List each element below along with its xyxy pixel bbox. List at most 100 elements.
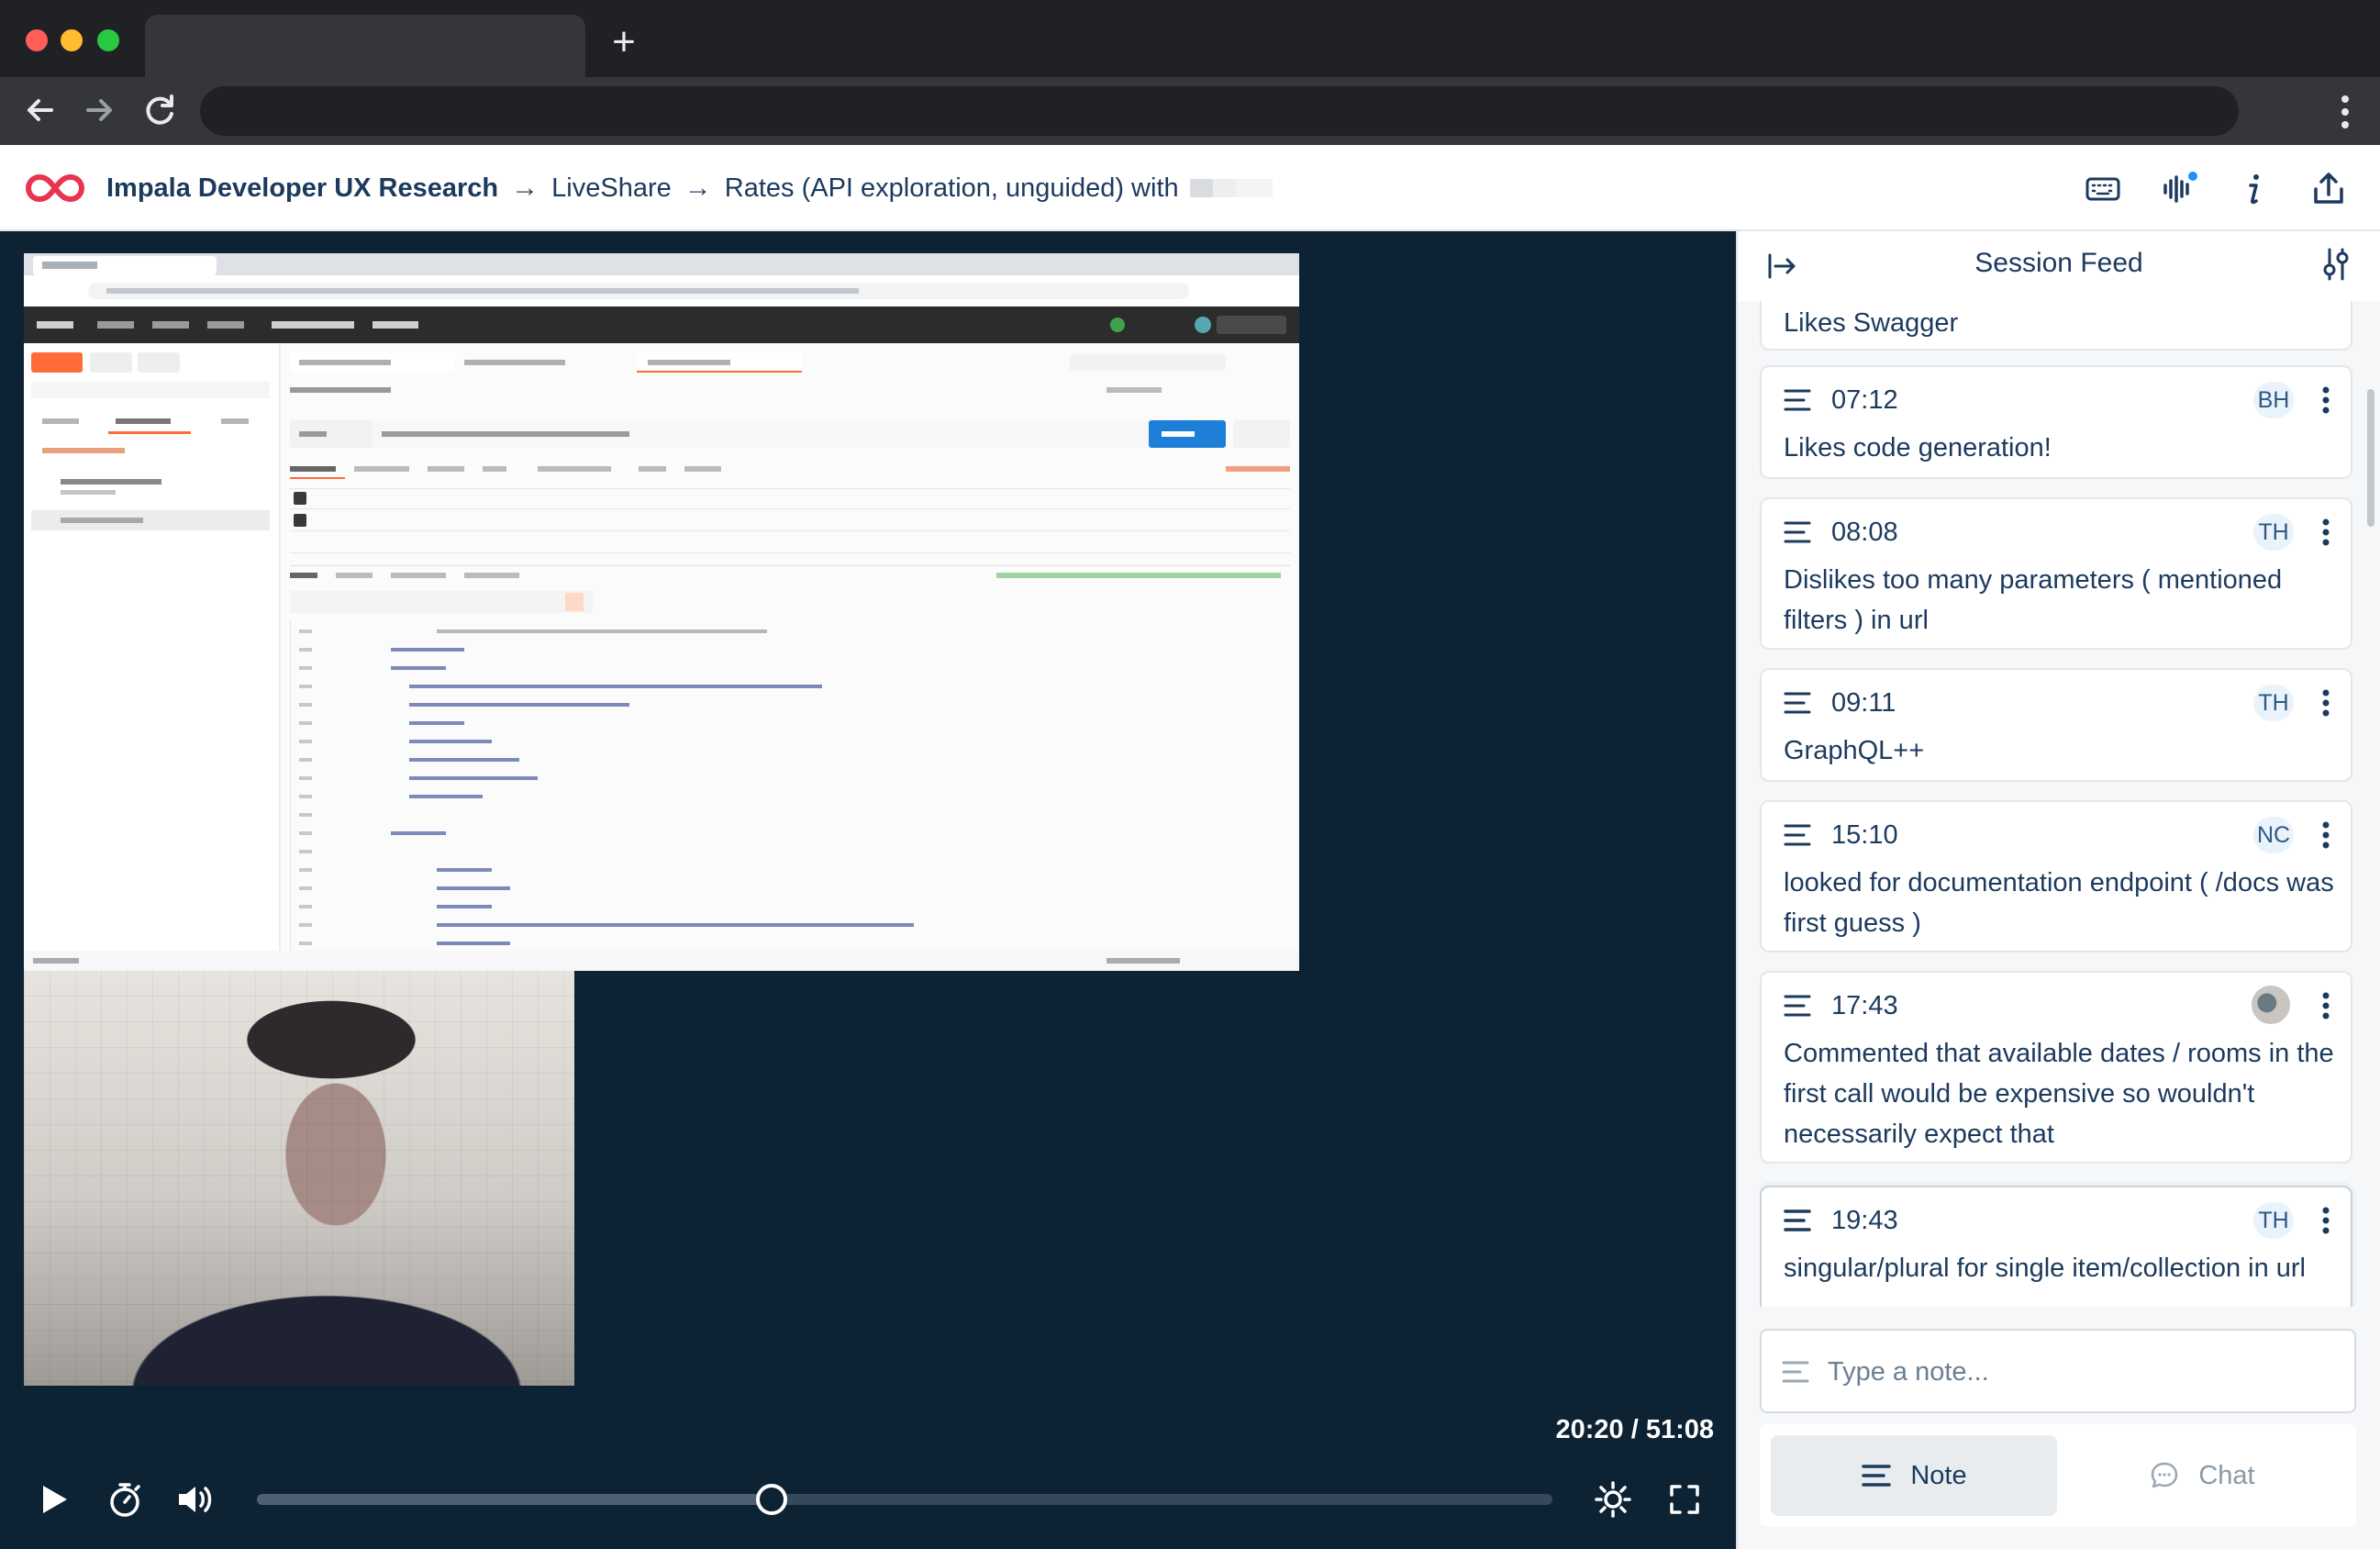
note-timestamp[interactable]: 19:43 [1831,1206,1898,1236]
back-arrow-icon[interactable] [18,88,62,132]
audio-waveform-icon[interactable] [2160,169,2200,209]
note-text: looked for documentation endpoint ( /doc… [1784,868,2334,938]
note-composer[interactable] [1760,1329,2356,1413]
postman-screenshot-image [24,253,1299,971]
note-lines-icon [1784,1209,1811,1231]
note-text: singular/plural for single item/collecti… [1784,1254,2306,1283]
browser-toolbar [0,77,2380,145]
playback-time: 20:20 / 51:08 [1555,1415,1714,1444]
timeline-handle[interactable] [755,1484,787,1515]
note-lines-icon [1784,692,1811,714]
redacted-participant-name [1189,179,1273,197]
more-options-icon[interactable] [2321,1206,2330,1235]
new-tab-button[interactable]: + [606,22,642,62]
browser-tab[interactable] [145,15,585,77]
session-feed-title: Session Feed [1974,248,2143,278]
address-bar[interactable] [200,86,2239,136]
breadcrumb-session: Rates (API exploration, unguided) with [724,173,1179,203]
note-text: Likes Swagger [1784,308,1959,338]
note-lines-icon [1784,389,1811,411]
note-lines-icon [1784,995,1811,1017]
breadcrumb-separator: → [684,173,712,203]
brightness-icon[interactable] [1593,1479,1633,1520]
note-text: Likes code generation! [1784,433,2052,462]
note-header: 07:12 [1784,382,1898,418]
participant-webcam-feed [24,971,574,1386]
note-timestamp[interactable]: 09:11 [1831,688,1896,719]
more-options-icon[interactable] [2321,518,2330,547]
window-minimize-button[interactable] [61,29,83,51]
video-player[interactable]: 20:20 / 51:08 [0,231,1736,1549]
note-timestamp[interactable]: 15:10 [1831,820,1898,851]
notes-list[interactable]: Likes Swagger 07:12 BH Likes code genera… [1760,301,2356,1307]
window-zoom-button[interactable] [97,29,119,51]
fullscreen-icon[interactable] [1664,1479,1705,1520]
breadcrumb-project[interactable]: Impala Developer UX Research [106,173,498,204]
pixelated-face-image [24,971,574,1386]
feed-scrollbar[interactable] [2367,389,2374,527]
share-icon[interactable] [2308,169,2349,209]
note-lines-icon [1784,521,1811,543]
chat-mode-button[interactable]: Chat [2059,1435,2345,1516]
note-mode-button[interactable]: Note [1771,1435,2057,1516]
author-initials: TH [2253,514,2294,551]
list-item[interactable]: 15:10 NC looked for documentation endpoi… [1760,800,2352,953]
chat-mode-label: Chat [2198,1460,2255,1490]
note-text: GraphQL++ [1784,736,1925,765]
session-feed-panel: Session Feed Likes Swagger 07:12 BH Like… [1736,231,2380,1549]
more-options-icon[interactable] [2321,385,2330,415]
tab-strip: + [0,0,2380,77]
note-lines-icon [1862,1465,1892,1487]
timer-icon[interactable] [105,1479,145,1520]
list-item[interactable]: 08:08 TH Dislikes too many parameters ( … [1760,497,2352,650]
chat-bubble-icon [2152,1462,2178,1488]
filter-sliders-icon[interactable] [2319,246,2352,283]
window-close-button[interactable] [26,29,48,51]
list-item[interactable]: 09:11 TH GraphQL++ [1760,668,2352,782]
note-text: Commented that available dates / rooms i… [1784,1039,2334,1149]
mode-toggle: Note Chat [1760,1424,2356,1527]
breadcrumb-liveshare[interactable]: LiveShare [551,173,672,204]
list-item[interactable]: 07:12 BH Likes code generation! [1760,365,2352,479]
note-timestamp[interactable]: 17:43 [1831,991,1898,1021]
note-text: Dislikes too many parameters ( mentioned… [1784,565,2283,635]
note-header: 19:43 [1784,1202,1898,1239]
timeline-scrubber[interactable] [257,1484,1552,1515]
author-avatar [2250,984,2292,1026]
breadcrumb-separator: → [511,173,539,203]
author-initials: NC [2253,817,2294,853]
note-lines-icon [1782,1361,1809,1383]
note-header: 17:43 [1784,987,1898,1024]
browser-menu-icon[interactable] [2338,94,2352,130]
reload-icon[interactable] [138,88,182,132]
note-mode-label: Note [1910,1460,1967,1490]
infinity-logo-icon[interactable] [22,171,88,206]
note-header: 09:11 [1784,685,1896,721]
more-options-icon[interactable] [2321,820,2330,850]
more-options-icon[interactable] [2321,688,2330,718]
author-initials: TH [2253,685,2294,721]
breadcrumb: Impala Developer UX Research → LiveShare… [106,167,1273,209]
volume-icon[interactable] [174,1479,215,1520]
info-icon[interactable] [2233,169,2274,209]
note-timestamp[interactable]: 07:12 [1831,385,1898,416]
note-input[interactable] [1828,1347,2332,1397]
timeline-progress [257,1494,772,1505]
note-header: 15:10 [1784,817,1898,853]
player-controls [0,1472,1736,1527]
more-options-icon[interactable] [2321,991,2330,1020]
app-header: Impala Developer UX Research → LiveShare… [0,145,2380,231]
list-item[interactable]: 17:43 Commented that available dates / r… [1760,971,2352,1164]
screen-share-frame [24,253,1299,971]
note-timestamp[interactable]: 08:08 [1831,518,1898,548]
note-header: 08:08 [1784,514,1898,551]
note-lines-icon [1784,824,1811,846]
forward-arrow-icon[interactable] [77,88,121,132]
author-initials: TH [2253,1202,2294,1239]
list-item[interactable]: Likes Swagger [1760,301,2352,351]
play-icon[interactable] [33,1479,73,1520]
keyboard-icon[interactable] [2083,169,2123,209]
author-initials: BH [2253,382,2294,418]
browser-chrome: + [0,0,2380,145]
list-item[interactable]: 19:43 TH singular/plural for single item… [1760,1186,2352,1307]
